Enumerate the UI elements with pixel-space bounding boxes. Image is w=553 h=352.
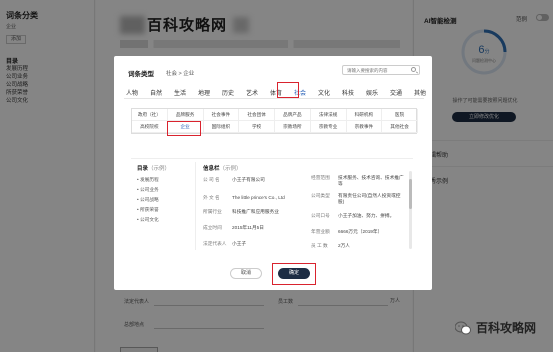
toc-entry: • 发展历程 — [137, 177, 159, 182]
infobox-heading-text: 信息栏 — [203, 166, 220, 172]
info-key: 员 工 数 — [311, 243, 328, 248]
tab-geography[interactable]: 地理 — [198, 88, 210, 97]
search-icon[interactable] — [411, 67, 416, 72]
tab-life[interactable]: 生活 — [174, 88, 186, 97]
info-key: 所属行业 — [203, 209, 222, 214]
subcategory-item[interactable]: 国际组织 — [203, 121, 240, 133]
info-value: 技术服务、技术咨询、技术推广等 — [338, 175, 404, 186]
tab-culture[interactable]: 文化 — [318, 88, 330, 97]
subcategory-item[interactable]: 学校 — [239, 121, 275, 133]
tab-entertainment[interactable]: 娱乐 — [366, 88, 378, 97]
highlight-box — [277, 82, 299, 98]
subcategory-item[interactable]: 品牌产品 — [275, 109, 311, 121]
info-value: 小王子有限公司 — [232, 177, 265, 182]
infobox-hint: （示例） — [219, 166, 242, 172]
subcategory-item[interactable]: 社会事件 — [203, 109, 240, 121]
infobox-heading: 信息栏（示例） — [203, 164, 242, 172]
category-search-input[interactable] — [342, 65, 420, 75]
info-value: 2万人 — [338, 243, 350, 248]
info-value: 6666万元（2019年） — [338, 229, 383, 234]
subcategory-item[interactable]: 品牌服务 — [167, 109, 204, 121]
info-key: 公 司 名 — [203, 177, 220, 182]
cancel-button[interactable]: 取消 — [230, 268, 262, 279]
info-value: The little prince's Co., Ltd — [232, 195, 285, 200]
toc-entry-text: 公司业务 — [139, 187, 159, 192]
toc-list: • 发展历程 • 公司业务 • 公司战略 • 所获荣誉 • 公司文化 — [137, 175, 159, 225]
toc-entry: • 公司业务 — [137, 187, 159, 192]
tab-tech[interactable]: 科技 — [342, 88, 354, 97]
highlight-box — [167, 121, 201, 136]
tab-nature[interactable]: 自然 — [150, 88, 162, 97]
subcategory-item[interactable]: 高校院校 — [132, 121, 168, 133]
tab-history[interactable]: 历史 — [222, 88, 234, 97]
info-value: 小王子 — [232, 241, 247, 246]
toc-heading: 目录（示例） — [137, 164, 170, 172]
subcategory-item[interactable]: 社会团体 — [239, 109, 275, 121]
toc-entry: • 公司文化 — [137, 217, 159, 222]
tab-traffic[interactable]: 交通 — [390, 88, 402, 97]
subcategory-item[interactable]: 宗教事件 — [346, 121, 383, 133]
toc-entry-text: 所获荣誉 — [139, 207, 159, 212]
divider — [195, 162, 196, 250]
toc-entry-text: 公司文化 — [139, 217, 159, 222]
info-key: 外 文 名 — [203, 195, 220, 200]
info-key: 公司类型 — [311, 193, 330, 198]
subcategory-item[interactable]: 宗教场所 — [275, 121, 311, 133]
info-key: 公司口号 — [311, 213, 330, 218]
watermark-text: 百科攻略网 — [476, 321, 537, 335]
toc-entry: • 所获荣誉 — [137, 207, 159, 212]
info-key: 法定代表人 — [203, 241, 227, 246]
subcategory-item[interactable]: 法律法规 — [310, 109, 347, 121]
category-tabs: 人物 自然 生活 地理 历史 艺术 体育 社会 文化 科技 娱乐 交通 其他 — [124, 86, 426, 99]
watermark: 百科攻略网 — [455, 319, 536, 336]
info-key: 经营范围 — [311, 175, 330, 180]
toc-entry-text: 公司战略 — [139, 197, 159, 202]
info-value: 小王子加油、努力、拼搏。 — [338, 213, 395, 218]
toc-hint: （示例） — [148, 166, 171, 172]
info-key: 年营业额 — [311, 229, 330, 234]
tab-person[interactable]: 人物 — [126, 88, 138, 97]
breadcrumb: 社会 > 企业 — [166, 71, 195, 77]
info-key: 成立时间 — [203, 225, 222, 230]
info-value: 有限责任公司(自然人投资或控股) — [338, 193, 401, 204]
toc-entry: • 公司战略 — [137, 197, 159, 202]
dialog-title: 词条类型 — [128, 71, 154, 78]
subcategory-item[interactable]: 其他社会 — [382, 121, 418, 133]
tab-other[interactable]: 其他 — [414, 88, 426, 97]
info-value: 科技推广和应用服务业 — [232, 209, 279, 214]
wechat-icon — [455, 321, 471, 334]
toc-heading-text: 目录 — [137, 166, 149, 172]
subcategory-item[interactable]: 医院 — [382, 109, 418, 121]
entry-type-dialog: 词条类型 社会 > 企业 人物 自然 生活 地理 历史 艺术 体育 社会 文化 … — [114, 56, 432, 290]
template-preview: 目录（示例） • 发展历程 • 公司业务 • 公司战略 • 所获荣誉 • 公司文… — [131, 158, 413, 254]
subcategory-item[interactable]: 科研机构 — [346, 109, 383, 121]
highlight-box — [272, 263, 316, 285]
preview-scrollbar[interactable] — [409, 171, 412, 249]
tab-art[interactable]: 艺术 — [246, 88, 258, 97]
subcategory-item[interactable]: 政府（社） — [132, 109, 168, 121]
info-value: 2015年11月5日 — [232, 225, 264, 230]
subcategory-item[interactable]: 宗教专业 — [310, 121, 347, 133]
toc-entry-text: 发展历程 — [139, 177, 159, 182]
